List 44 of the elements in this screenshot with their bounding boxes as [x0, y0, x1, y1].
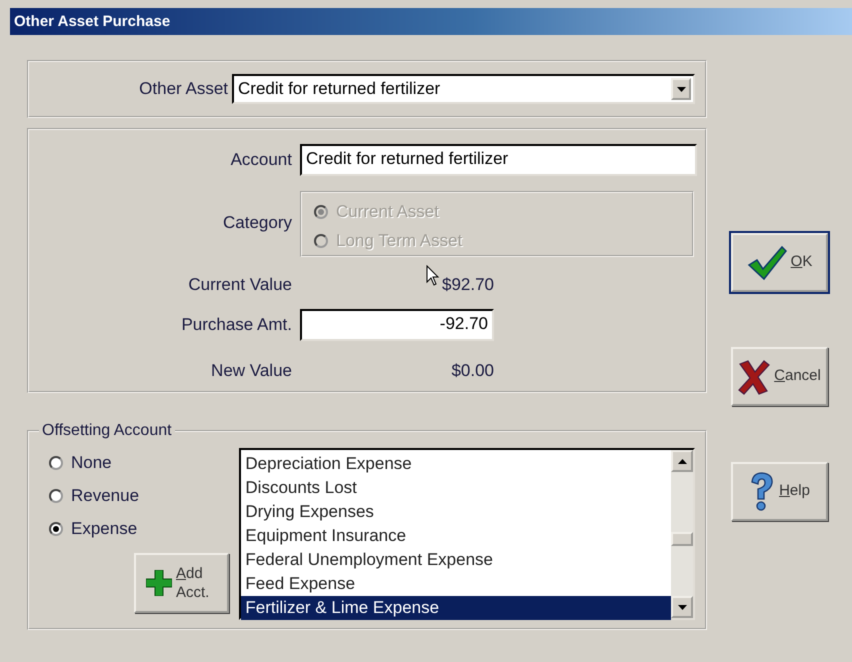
field-label: Account: [230, 149, 292, 172]
scroll-up-arrow-icon: [678, 458, 686, 464]
help-button[interactable]: Help: [731, 462, 828, 521]
radio-label: Revenue: [71, 484, 140, 507]
scroll-up-button[interactable]: [671, 450, 693, 472]
mouse-cursor-icon: [426, 264, 440, 287]
list-item[interactable]: Depreciation Expense: [241, 452, 671, 476]
plus-icon: [146, 570, 172, 596]
account-field[interactable]: Credit for returned fertilizer: [300, 144, 697, 176]
list-item[interactable]: Equipment Insurance: [241, 524, 671, 548]
cancel-button[interactable]: Cancel: [731, 347, 828, 406]
value-text: $92.70: [442, 275, 494, 294]
window-title: Other Asset Purchase: [14, 12, 170, 32]
add-account-button[interactable]: Add Acct.: [134, 553, 229, 613]
ok-button[interactable]: OK: [731, 233, 828, 292]
field-label: New Value: [210, 360, 292, 382]
list-item[interactable]: Drying Expenses: [241, 500, 671, 524]
radio-button[interactable]: [49, 488, 63, 502]
scroll-thumb[interactable]: [671, 532, 693, 546]
radio-label: None: [71, 452, 112, 474]
list-item[interactable]: Discounts Lost: [241, 476, 671, 500]
scroll-down-arrow-icon: [678, 604, 686, 610]
field-label: Current Value: [187, 274, 292, 296]
radio-button[interactable]: [49, 456, 63, 470]
asset-dropdown[interactable]: Credit for returned fertilizer: [232, 74, 695, 104]
scroll-down-button[interactable]: [671, 596, 693, 618]
question-mark-icon: [749, 472, 776, 512]
account-list[interactable]: Depreciation Expense Discounts Lost Drying Expenses Equipment Insurance Federal Unemployment Expense Feed Expense Fertilizer & Lime Expense: [239, 448, 695, 620]
dropdown-value: Credit for returned fertilizer: [238, 78, 440, 100]
amount-field[interactable]: -92.70: [300, 309, 494, 341]
list-item[interactable]: Federal Unemployment Expense: [241, 548, 671, 572]
x-mark-icon: [738, 358, 770, 394]
radio-label: Expense: [71, 518, 138, 540]
checkmark-icon: [746, 244, 787, 280]
list-item[interactable]: Feed Expense: [241, 572, 671, 596]
radio-button[interactable]: [49, 522, 63, 536]
field-label: Category: [222, 212, 292, 234]
list-item[interactable]: Fertilizer & Lime Expense: [241, 596, 671, 620]
dropdown-button[interactable]: [671, 78, 691, 100]
field-label: Purchase Amt.: [180, 314, 292, 336]
field-label: Other Asset: [139, 78, 228, 100]
dropdown-arrow-icon: [676, 86, 686, 92]
scrollbar[interactable]: [671, 450, 693, 618]
value-text: $0.00: [451, 361, 494, 380]
